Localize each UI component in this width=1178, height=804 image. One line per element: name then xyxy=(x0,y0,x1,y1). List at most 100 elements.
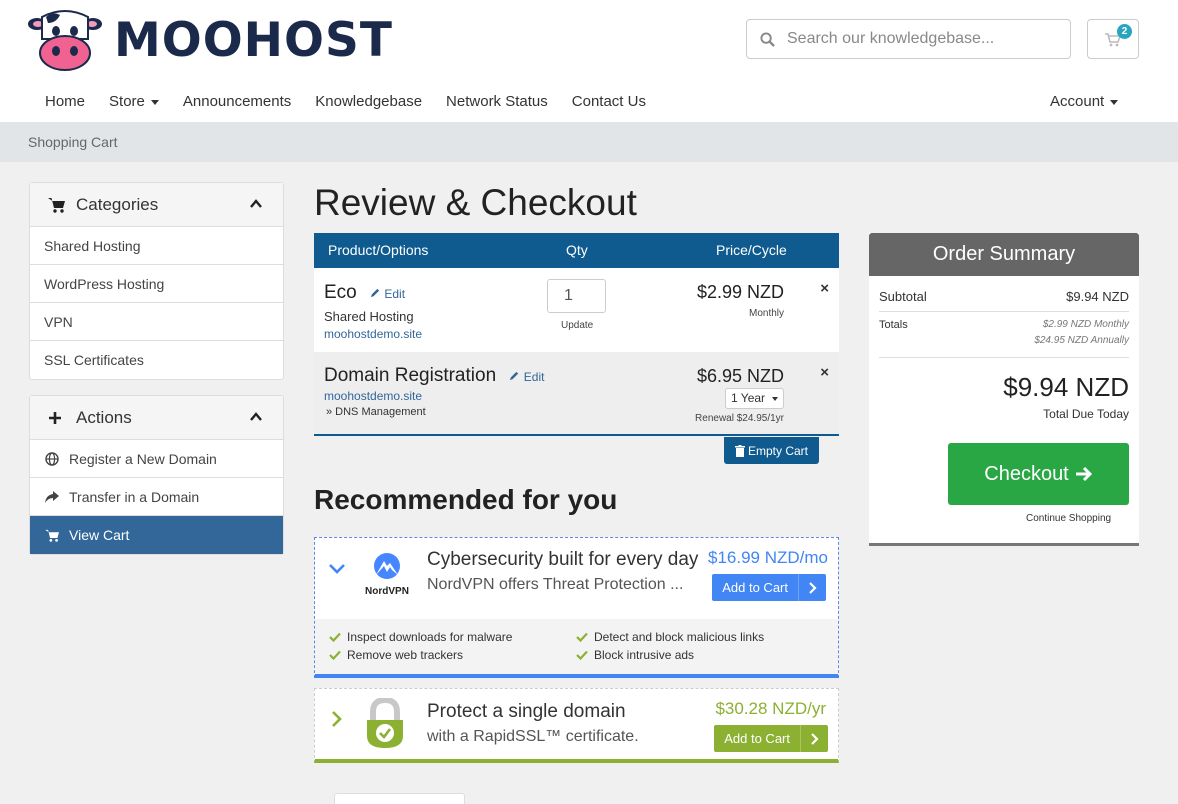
renewal-price: Renewal $24.95/1yr xyxy=(695,413,784,424)
categories-title: Categories xyxy=(76,194,159,214)
edit-label: Edit xyxy=(523,370,545,384)
sidebar-item-view-cart[interactable]: View Cart xyxy=(30,516,283,554)
rec-description: with a RapidSSL™ certificate. xyxy=(427,728,639,745)
feature-text: Block intrusive ads xyxy=(594,648,695,662)
product-domain-link[interactable]: moohostdemo.site xyxy=(324,389,422,403)
nav-knowledgebase[interactable]: Knowledgebase xyxy=(303,84,434,122)
rec-description: NordVPN offers Threat Protection ... xyxy=(427,576,684,593)
feature-item: Remove web trackers xyxy=(329,648,463,662)
padlock-icon xyxy=(367,698,403,748)
cart-row: Eco Edit Shared Hosting moohostdemo.site… xyxy=(314,268,839,352)
totals-label: Totals xyxy=(879,319,908,331)
sidebar-item-ssl-certificates[interactable]: SSL Certificates xyxy=(30,341,283,379)
feature-item: Block intrusive ads xyxy=(576,648,694,662)
chevron-right-icon[interactable] xyxy=(331,710,343,728)
empty-cart-label: Empty Cart xyxy=(747,443,808,458)
product-price: $2.99 NZD xyxy=(696,282,784,302)
sidebar-item-vpn[interactable]: VPN xyxy=(30,303,283,341)
categories-header[interactable]: Categories xyxy=(30,183,283,227)
sidebar-item-wordpress-hosting[interactable]: WordPress Hosting xyxy=(30,265,283,303)
edit-link[interactable]: Edit xyxy=(509,370,544,384)
nav-account-label: Account xyxy=(1050,93,1105,110)
recommendation-card-nordvpn: NordVPN Cybersecurity built for every da… xyxy=(314,537,839,678)
sidebar-item-register-domain[interactable]: Register a New Domain xyxy=(30,440,283,478)
product-price: $6.95 NZD xyxy=(696,366,784,386)
recommended-title: Recommended for you xyxy=(314,484,618,515)
add-to-cart-button[interactable]: Add to Cart xyxy=(712,574,826,601)
globe-icon xyxy=(44,451,60,466)
totals-monthly: $2.99 NZD Monthly xyxy=(1042,319,1129,330)
product-domain-link[interactable]: moohostdemo.site xyxy=(324,327,422,341)
chevron-right-icon xyxy=(798,574,826,601)
empty-cart-button[interactable]: Empty Cart xyxy=(724,437,819,464)
remove-item-button[interactable]: × xyxy=(820,364,829,381)
continue-shopping-link[interactable]: Continue Shopping xyxy=(1026,513,1111,524)
total-due-label: Total Due Today xyxy=(1043,407,1129,421)
checkout-label: Checkout xyxy=(984,462,1069,485)
plus-icon xyxy=(48,411,68,425)
bottom-partial-panel xyxy=(334,793,465,804)
rec-headline: Cybersecurity built for every day xyxy=(427,549,699,570)
add-to-cart-button[interactable]: Add to Cart xyxy=(714,725,828,752)
divider xyxy=(879,357,1129,358)
nav-contact-us[interactable]: Contact Us xyxy=(560,84,658,122)
header-price: Price/Cycle xyxy=(716,242,787,258)
feature-text: Detect and block malicious links xyxy=(594,630,765,644)
order-summary-title: Order Summary xyxy=(869,233,1139,276)
sidebar-item-label: View Cart xyxy=(69,527,130,543)
total-due-amount: $9.94 NZD xyxy=(1003,372,1129,402)
cart-table-header: Product/Options Qty Price/Cycle xyxy=(314,233,839,268)
quantity-input[interactable] xyxy=(547,279,606,313)
feature-item: Detect and block malicious links xyxy=(576,630,764,644)
logo[interactable]: MOOHOST xyxy=(28,8,393,72)
site-header: MOOHOST 2 Home Store Announcements Knowl… xyxy=(0,0,1178,122)
nav-announcements[interactable]: Announcements xyxy=(171,84,303,122)
totals-row: Totals $2.99 NZD Monthly $24.95 NZD Annu… xyxy=(879,319,1129,346)
divider xyxy=(879,311,1129,312)
cart-button[interactable]: 2 xyxy=(1087,19,1139,59)
cart-icon xyxy=(48,197,68,213)
rec-headline: Protect a single domain xyxy=(427,701,626,722)
chevron-up-icon[interactable] xyxy=(249,410,263,424)
chevron-up-icon[interactable] xyxy=(249,197,263,211)
nav-account[interactable]: Account xyxy=(1038,84,1130,119)
check-icon xyxy=(576,650,588,660)
checkout-button[interactable]: Checkout xyxy=(948,443,1129,505)
update-link[interactable]: Update xyxy=(561,320,593,331)
cart-table: Product/Options Qty Price/Cycle Eco Edit… xyxy=(314,233,839,436)
feature-list: Inspect downloads for malware Detect and… xyxy=(315,619,838,674)
nordvpn-logo: NordVPN xyxy=(359,553,415,601)
nav-network-status[interactable]: Network Status xyxy=(434,84,560,122)
share-arrow-icon xyxy=(44,490,60,503)
pencil-icon xyxy=(510,371,519,381)
edit-label: Edit xyxy=(384,287,406,301)
breadcrumb-current: Shopping Cart xyxy=(28,134,118,150)
subtotal-label: Subtotal xyxy=(879,289,927,304)
cow-logo-icon xyxy=(28,10,102,71)
caret-down-icon xyxy=(150,99,159,105)
remove-item-button[interactable]: × xyxy=(820,280,829,297)
totals-annually: $24.95 NZD Annually xyxy=(1034,335,1129,346)
feature-text: Remove web trackers xyxy=(347,648,464,662)
arrow-right-icon xyxy=(1075,466,1092,482)
sidebar-item-shared-hosting[interactable]: Shared Hosting xyxy=(30,227,283,265)
chevron-down-icon[interactable] xyxy=(328,562,346,576)
sidebar-item-transfer-domain[interactable]: Transfer in a Domain xyxy=(30,478,283,516)
actions-header[interactable]: Actions xyxy=(30,396,283,440)
subtotal-value: $9.94 NZD xyxy=(1066,289,1129,304)
rec-price: $16.99 NZD/mo xyxy=(708,548,828,567)
product-name-row: Eco Edit xyxy=(324,282,405,304)
edit-link[interactable]: Edit xyxy=(370,287,405,301)
add-to-cart-label: Add to Cart xyxy=(722,580,788,595)
nav-store[interactable]: Store xyxy=(97,84,171,122)
search-box[interactable] xyxy=(746,19,1071,59)
check-icon xyxy=(329,650,341,660)
categories-panel: Categories Shared Hosting WordPress Host… xyxy=(29,182,284,380)
search-input[interactable] xyxy=(787,30,1057,48)
nav-home[interactable]: Home xyxy=(33,84,97,122)
cart-count-badge: 2 xyxy=(1117,24,1132,39)
billing-cycle-select[interactable]: 1 Year xyxy=(725,388,784,409)
product-group: Shared Hosting xyxy=(324,309,414,324)
nav-store-label: Store xyxy=(109,93,145,110)
brand-name: MOOHOST xyxy=(114,12,393,68)
